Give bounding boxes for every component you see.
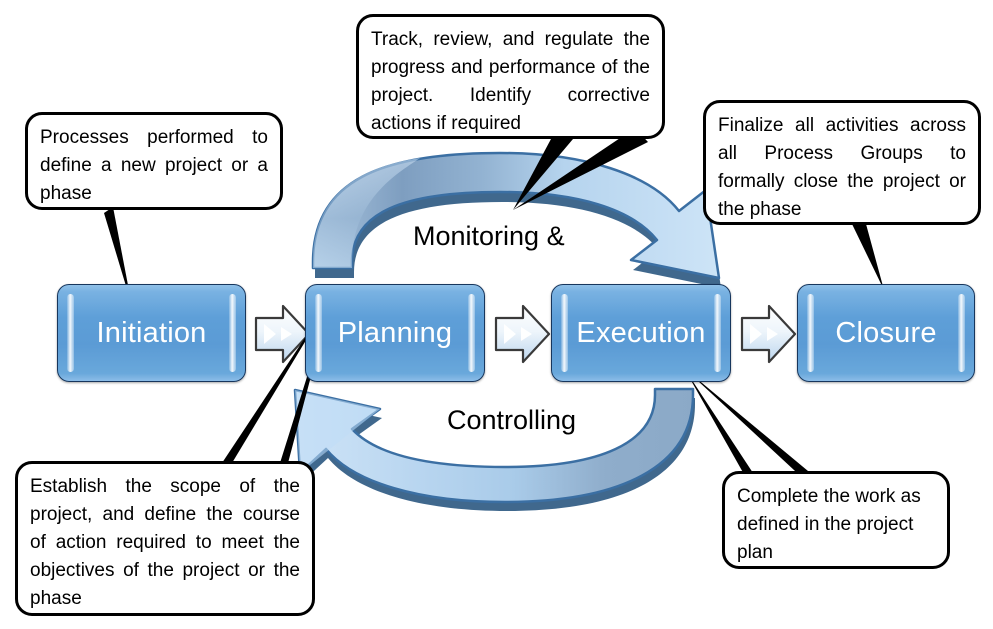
callout-text: Establish the scope of the project, and … (30, 476, 300, 610)
box-gloss-right (229, 294, 236, 372)
box-gloss-right (714, 294, 721, 372)
callout-planning[interactable]: Establish the scope of the project, and … (15, 461, 315, 616)
callout-monitoring[interactable]: Track, review, and regulate the progress… (356, 14, 665, 139)
process-box-label: Planning (337, 316, 453, 349)
process-box-label: Execution (576, 316, 706, 349)
right-arrow-icon (254, 304, 311, 364)
process-box-execution[interactable]: Execution (551, 284, 731, 382)
diagram-canvas: Initiation Planning Execution Closure Mo… (0, 0, 993, 629)
callout-text: Processes performed to define a new proj… (40, 127, 268, 205)
right-arrow-icon (740, 304, 797, 364)
right-arrow-icon (494, 304, 551, 364)
callout-tail-execution (684, 368, 814, 483)
callout-text: Track, review, and regulate the progress… (371, 29, 650, 135)
callout-tail-closure (852, 224, 884, 290)
callout-text: Complete the work as defined in the proj… (737, 486, 921, 564)
box-gloss-left (561, 294, 568, 372)
box-gloss-right (958, 294, 965, 372)
callout-closure[interactable]: Finalize all activities across all Proce… (703, 100, 981, 225)
process-box-label: Initiation (96, 316, 207, 349)
box-gloss-right (468, 294, 475, 372)
process-box-label: Closure (835, 316, 937, 349)
controlling-arrow-label: Controlling (447, 405, 577, 435)
process-box-closure[interactable]: Closure (797, 284, 975, 382)
box-gloss-left (67, 294, 74, 372)
monitoring-arrow-label: Monitoring & (413, 221, 565, 251)
box-gloss-left (807, 294, 814, 372)
callout-initiation[interactable]: Processes performed to define a new proj… (25, 112, 283, 210)
process-box-initiation[interactable]: Initiation (57, 284, 246, 382)
box-gloss-left (315, 294, 322, 372)
callout-text: Finalize all activities across all Proce… (718, 115, 966, 221)
process-box-planning[interactable]: Planning (305, 284, 485, 382)
callout-execution[interactable]: Complete the work as defined in the proj… (722, 471, 950, 569)
